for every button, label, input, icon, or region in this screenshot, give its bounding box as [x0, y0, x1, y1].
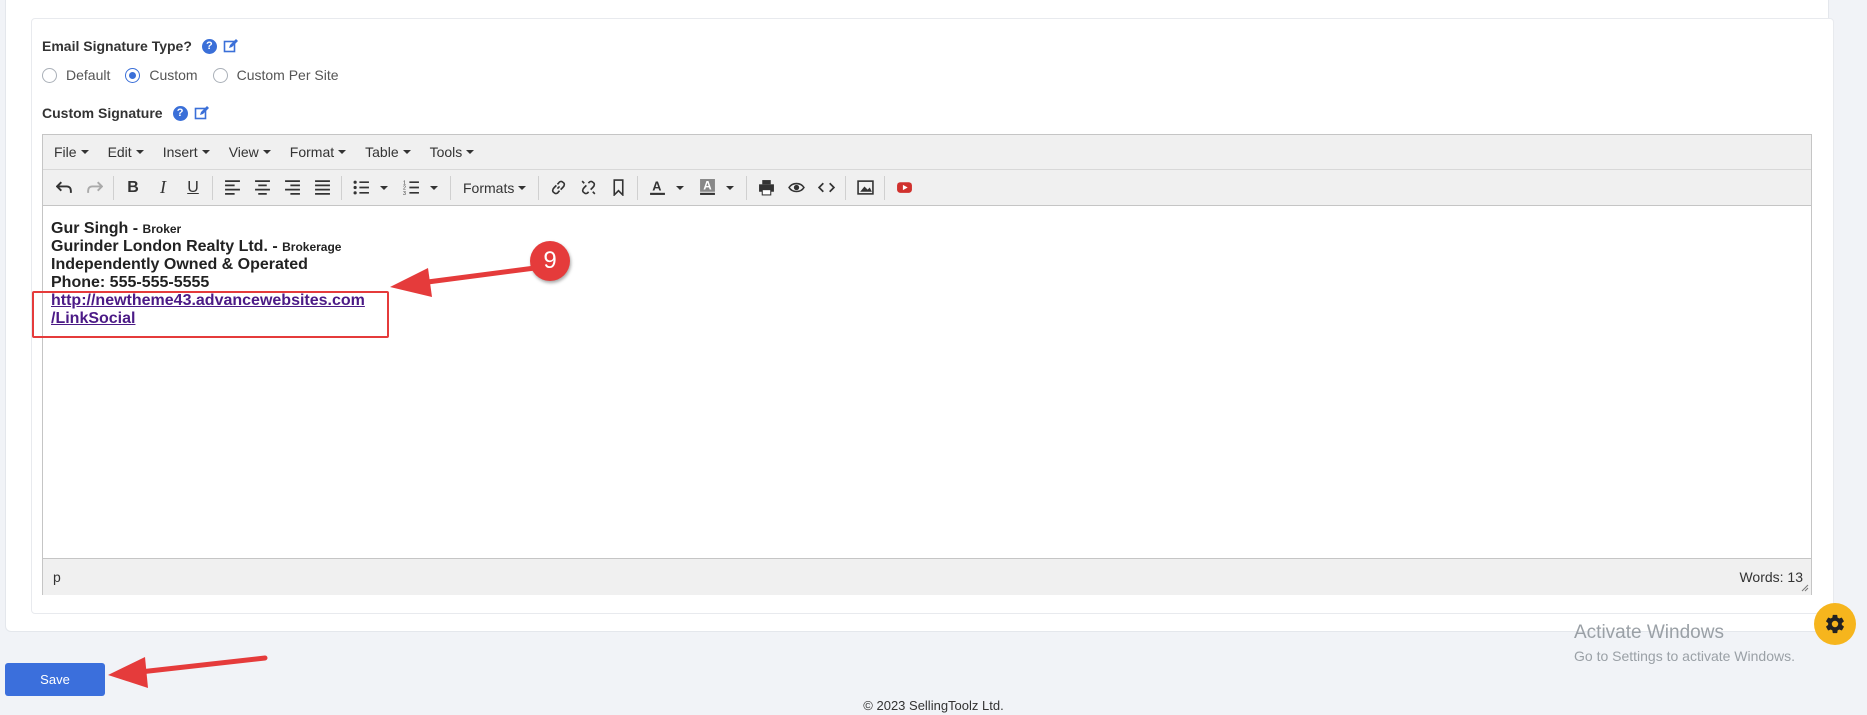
- footer-copyright: © 2023 SellingToolz Ltd.: [863, 698, 1004, 713]
- print-icon[interactable]: [751, 174, 781, 202]
- rich-text-editor: File Edit Insert View Format Table Tools…: [42, 134, 1812, 595]
- svg-text:A: A: [652, 179, 661, 194]
- bullet-list-icon[interactable]: [346, 174, 376, 202]
- toolbar-divider: [450, 175, 451, 200]
- radio-circle[interactable]: [212, 67, 228, 83]
- menu-edit[interactable]: Edit: [108, 144, 144, 160]
- edit-icon[interactable]: [223, 38, 239, 54]
- toolbar-divider: [746, 175, 748, 200]
- undo-icon[interactable]: [49, 174, 79, 202]
- caret-down-icon[interactable]: [430, 185, 438, 190]
- signature-type-options: Default Custom Custom Per Site: [42, 67, 354, 83]
- help-icon[interactable]: ?: [172, 105, 188, 121]
- text-color-icon[interactable]: A: [642, 174, 672, 202]
- caret-down-icon: [135, 150, 144, 154]
- save-button[interactable]: Save: [5, 663, 105, 696]
- toolbar-divider: [884, 175, 886, 200]
- caret-down-icon[interactable]: [676, 185, 685, 190]
- menu-insert[interactable]: Insert: [163, 144, 210, 160]
- radio-default[interactable]: Default: [42, 67, 110, 83]
- toolbar-divider: [637, 175, 639, 200]
- signature-line: Gur Singh - Broker: [51, 220, 182, 237]
- radio-circle[interactable]: [42, 67, 57, 83]
- signature-type-label: Email Signature Type? ?: [42, 38, 239, 54]
- radio-circle-checked[interactable]: [125, 67, 141, 83]
- menu-file[interactable]: File: [54, 144, 89, 160]
- bold-icon[interactable]: B: [118, 174, 148, 202]
- svg-text:3: 3: [403, 191, 406, 196]
- align-justify-icon[interactable]: [307, 174, 337, 202]
- caret-down-icon[interactable]: [380, 185, 388, 190]
- align-left-icon[interactable]: [217, 174, 247, 202]
- menu-tools[interactable]: Tools: [430, 144, 475, 160]
- preview-eye-icon[interactable]: [781, 174, 811, 202]
- align-right-icon[interactable]: [277, 174, 307, 202]
- resize-handle-icon[interactable]: [1801, 584, 1809, 592]
- signature-line: Gurinder London Realty Ltd. - Brokerage: [51, 238, 342, 255]
- align-center-icon[interactable]: [247, 174, 277, 202]
- help-icon[interactable]: ?: [201, 38, 217, 54]
- caret-down-icon: [338, 150, 347, 154]
- settings-fab-button[interactable]: [1814, 603, 1856, 645]
- toolbar-divider: [113, 175, 114, 200]
- annotation-step-badge: 9: [530, 241, 570, 281]
- word-count: Words: 13: [1739, 569, 1803, 585]
- menu-format[interactable]: Format: [290, 144, 347, 160]
- editor-toolbar: B I U 123 Formats A A: [43, 170, 1811, 206]
- youtube-icon[interactable]: [889, 174, 919, 202]
- radio-custom-per-site[interactable]: Custom Per Site: [212, 67, 339, 83]
- radio-custom[interactable]: Custom: [125, 67, 198, 83]
- source-code-icon[interactable]: [811, 174, 841, 202]
- toolbar-divider: [538, 175, 540, 200]
- caret-down-icon: [262, 150, 271, 154]
- menu-table[interactable]: Table: [365, 144, 411, 160]
- underline-icon[interactable]: U: [178, 174, 208, 202]
- windows-activation-watermark: Activate Windows Go to Settings to activ…: [1574, 622, 1795, 664]
- gear-icon: [1826, 614, 1844, 634]
- italic-icon[interactable]: I: [148, 174, 178, 202]
- redo-icon[interactable]: [79, 174, 109, 202]
- menu-view[interactable]: View: [229, 144, 271, 160]
- image-icon[interactable]: [850, 174, 880, 202]
- link-icon[interactable]: [543, 174, 573, 202]
- toolbar-divider: [341, 175, 342, 200]
- caret-down-icon: [402, 150, 411, 154]
- edit-icon[interactable]: [194, 105, 210, 121]
- editor-statusbar: p Words: 13: [43, 558, 1811, 595]
- formats-dropdown[interactable]: Formats: [455, 174, 534, 202]
- caret-down-icon[interactable]: [726, 185, 735, 190]
- custom-signature-label: Custom Signature ?: [42, 105, 210, 121]
- signature-line: Phone: 555-555-5555: [51, 274, 210, 291]
- caret-down-icon: [518, 185, 527, 190]
- svg-text:A: A: [703, 180, 712, 193]
- numbered-list-icon[interactable]: 123: [396, 174, 426, 202]
- element-path[interactable]: p: [53, 569, 61, 585]
- annotation-highlight-box: [32, 291, 389, 338]
- caret-down-icon: [466, 150, 475, 154]
- caret-down-icon: [80, 150, 89, 154]
- toolbar-divider: [212, 175, 213, 200]
- unlink-icon[interactable]: [573, 174, 603, 202]
- bookmark-icon[interactable]: [603, 174, 633, 202]
- signature-line: Independently Owned & Operated: [51, 256, 308, 273]
- editor-menubar: File Edit Insert View Format Table Tools: [43, 135, 1811, 170]
- caret-down-icon: [201, 150, 210, 154]
- toolbar-divider: [845, 175, 847, 200]
- editor-content[interactable]: Gur Singh - Broker Gurinder London Realt…: [43, 206, 1811, 558]
- background-color-icon[interactable]: A: [692, 174, 722, 202]
